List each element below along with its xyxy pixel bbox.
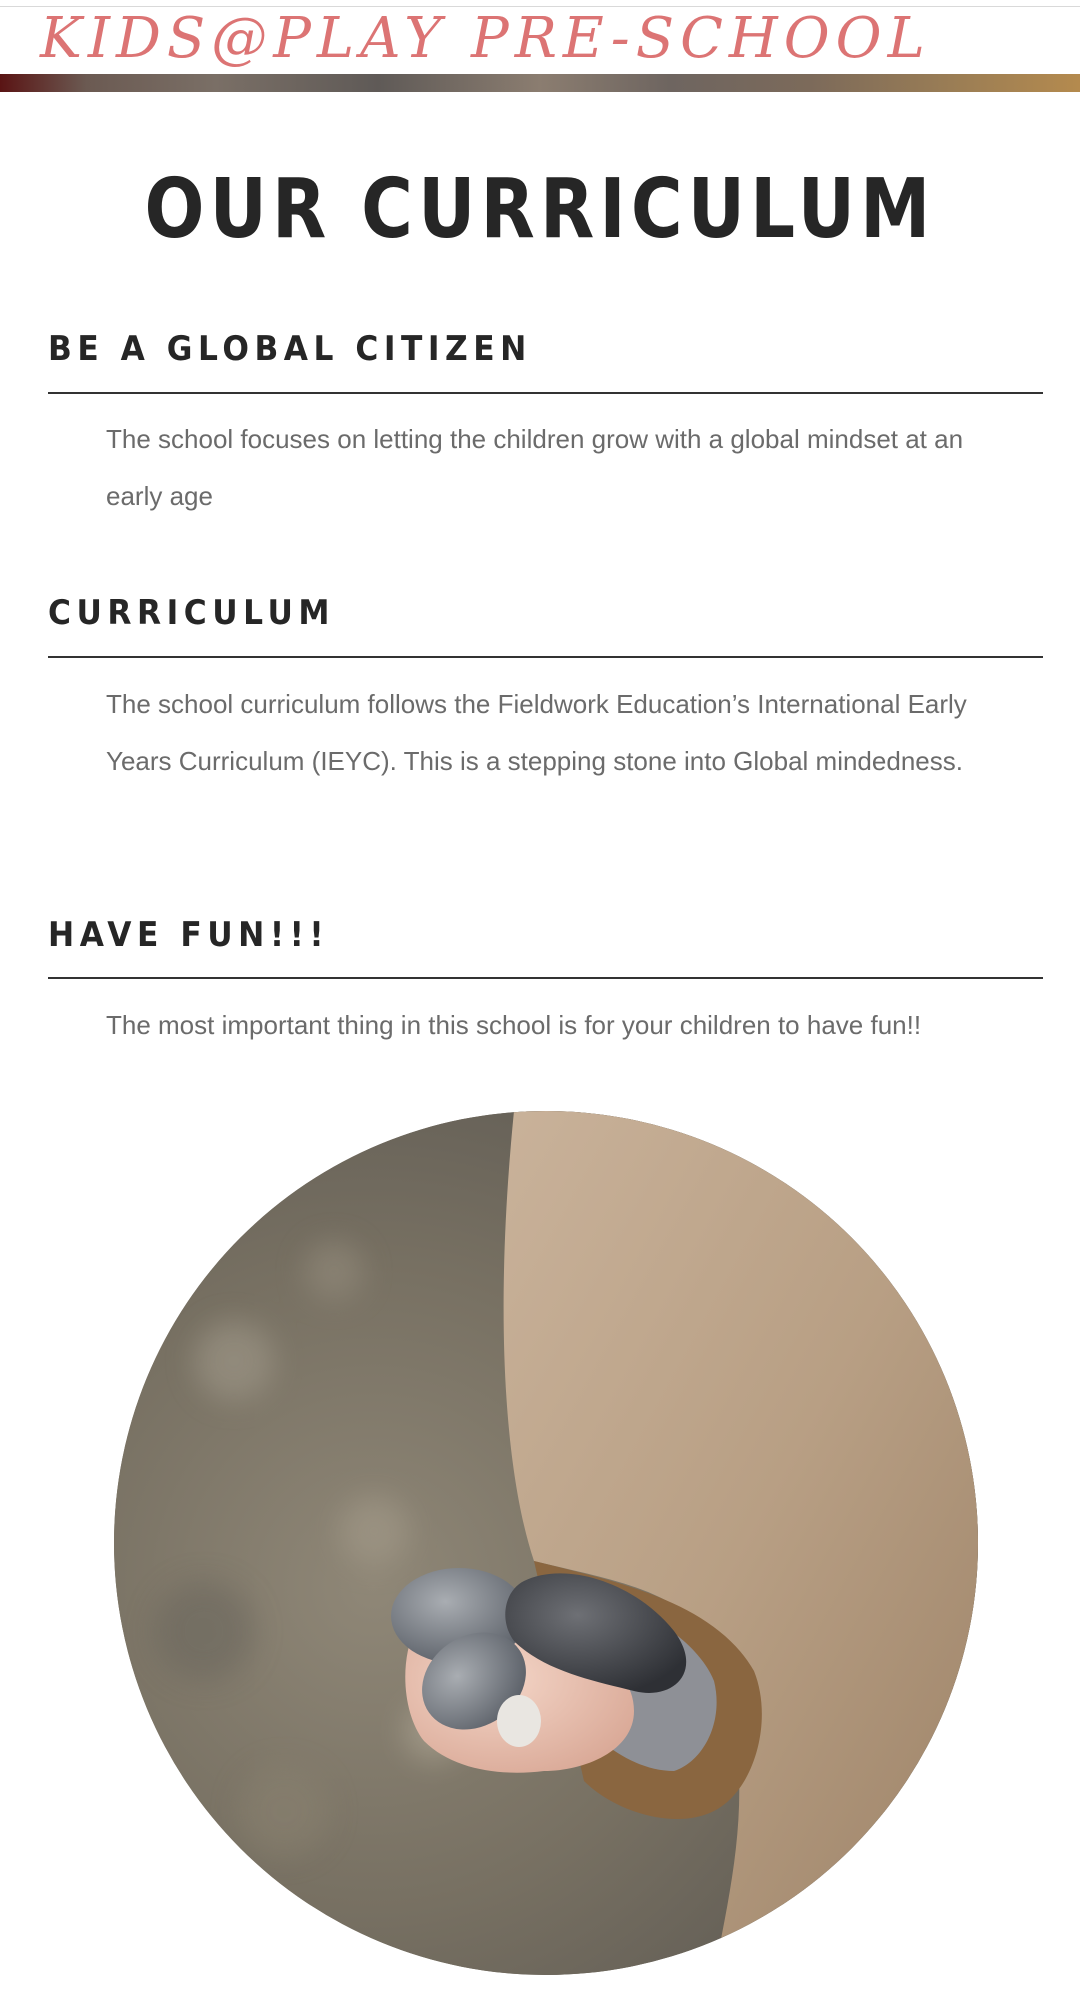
section-body-have-fun: The most important thing in this school … [106, 1010, 922, 1040]
header-banner-strip [0, 74, 1080, 92]
section-body-global-citizen: The school focuses on letting the childr… [106, 424, 964, 511]
section-heading-curriculum: CURRICULUM [48, 593, 336, 633]
photo-illustration [114, 1111, 978, 1975]
site-logo-text[interactable]: KIDS@PLAY PRE-SCHOOL [40, 0, 931, 74]
stone [497, 1695, 541, 1747]
section-body-curriculum: The school curriculum follows the Fieldw… [106, 689, 967, 776]
section-divider [48, 392, 1043, 394]
page: KIDS@PLAY PRE-SCHOOL OUR CURRICULUM BE A… [0, 0, 1080, 2011]
section-divider [48, 977, 1043, 979]
section-heading-have-fun: HAVE FUN!!! [48, 915, 330, 955]
child-hand-holding-stones-photo [114, 1111, 978, 1975]
section-divider [48, 656, 1043, 658]
site-header: KIDS@PLAY PRE-SCHOOL [0, 0, 1080, 92]
section-heading-global-citizen: BE A GLOBAL CITIZEN [48, 329, 532, 369]
page-title: OUR CURRICULUM [144, 162, 936, 257]
